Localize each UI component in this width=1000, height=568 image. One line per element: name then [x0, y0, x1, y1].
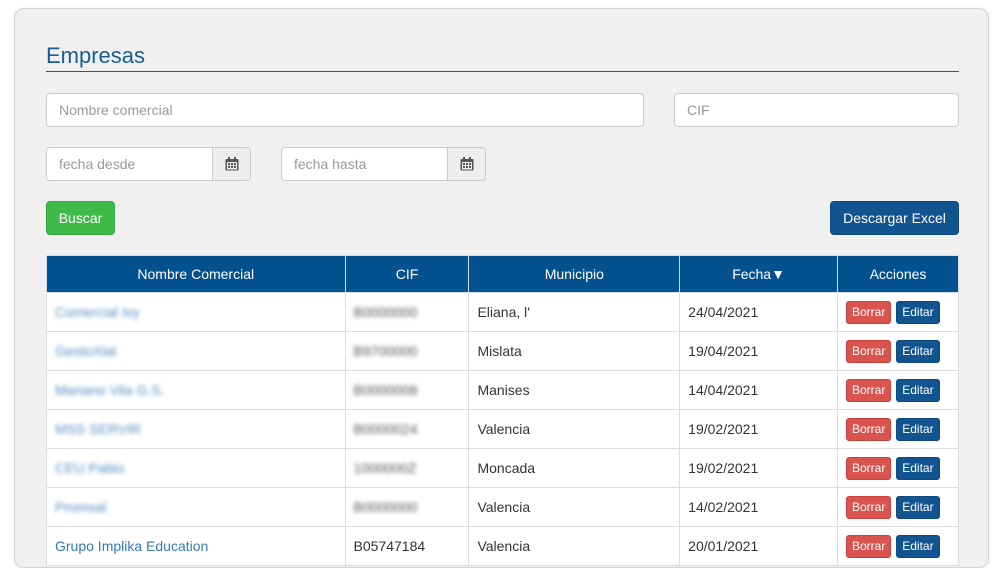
date-from-calendar-button[interactable]	[212, 147, 251, 181]
cif-value: B9700000	[353, 343, 418, 359]
table-row: GestoXlat B9700000 Mislata 19/04/2021 Borrar…	[46, 331, 959, 371]
date-cell: 14/02/2021	[679, 487, 838, 527]
date-from-input[interactable]	[46, 147, 212, 181]
search-button[interactable]: Buscar	[46, 201, 115, 235]
cif-value: B0000000	[353, 499, 418, 515]
company-name-cell: CEU Pablo	[46, 448, 346, 488]
actions-cell: Borrar Editar	[837, 292, 959, 332]
name-filter-input[interactable]	[46, 93, 644, 127]
company-name-link[interactable]: Mariano Vila G.S.	[55, 382, 164, 398]
edit-button[interactable]: Editar	[896, 495, 940, 519]
date-cell: 19/04/2021	[679, 331, 838, 371]
actions-cell: Borrar Editar	[837, 331, 959, 371]
date-cell: 14/04/2021	[679, 370, 838, 410]
date-cell: 20/01/2021	[679, 526, 838, 566]
cif-cell: B0000000	[344, 487, 470, 527]
municipio-cell: Mislata	[468, 331, 681, 371]
date-from-group	[46, 147, 251, 181]
companies-panel: Empresas Nombre comercial CIF fecha desd…	[14, 8, 989, 568]
cif-value: B0000008	[353, 382, 418, 398]
actions-cell: Borrar Editar	[837, 526, 959, 566]
actions-cell: Borrar Editar	[837, 409, 959, 449]
company-name-link[interactable]: Comercial Ivy	[55, 304, 140, 320]
cif-value: B05747184	[353, 538, 426, 554]
company-name-link[interactable]: Grupo Implika Education	[55, 538, 208, 554]
cif-cell: B05747184	[344, 526, 470, 566]
company-name-cell: GestoXlat	[46, 331, 346, 371]
page-title: Empresas	[46, 43, 146, 68]
delete-button[interactable]: Borrar	[846, 378, 892, 402]
delete-button[interactable]: Borrar	[846, 495, 892, 519]
municipio-cell: Valencia	[468, 526, 681, 566]
company-name-link[interactable]: Promsal	[55, 499, 106, 515]
download-excel-button[interactable]: Descargar Excel	[830, 201, 959, 235]
column-header-municipio[interactable]: Municipio	[468, 255, 681, 293]
municipio-cell: Valencia	[468, 487, 681, 527]
table-row: CEU Pablo 1000000Z Moncada 19/02/2021 Borrar…	[46, 448, 959, 488]
column-header-actions: Acciones	[837, 255, 959, 293]
cif-value: B0000024	[353, 421, 418, 437]
cif-cell: B0000000	[344, 292, 470, 332]
table-row: Mariano Vila G.S. B0000008 Manises 14/04/20…	[46, 370, 959, 410]
column-header-cif[interactable]: CIF	[344, 255, 470, 293]
company-name-link[interactable]: CEU Pablo	[55, 460, 124, 476]
company-name-cell: Comercial Ivy	[46, 292, 346, 332]
municipio-cell: Moncada	[468, 448, 681, 488]
actions-cell: Borrar Editar	[837, 448, 959, 488]
delete-button[interactable]: Borrar	[846, 339, 892, 363]
company-name-link[interactable]: GestoXlat	[55, 343, 116, 359]
delete-button[interactable]: Borrar	[846, 417, 892, 441]
edit-button[interactable]: Editar	[896, 417, 940, 441]
cif-value: B0000000	[353, 304, 418, 320]
municipio-cell: Manises	[468, 370, 681, 410]
municipio-cell: Valencia	[468, 409, 681, 449]
cif-cell: B0000008	[344, 370, 470, 410]
actions-cell: Borrar Editar	[837, 487, 959, 527]
company-name-cell: Promsal	[46, 487, 346, 527]
date-to-input[interactable]	[281, 147, 447, 181]
municipio-cell: Eliana, l'	[468, 292, 681, 332]
edit-button[interactable]: Editar	[896, 378, 940, 402]
table-row: Grupo Implika Education B05747184 Valencia…	[46, 526, 959, 566]
date-cell: 19/02/2021	[679, 448, 838, 488]
column-header-name[interactable]: Nombre Comercial	[46, 255, 346, 293]
date-cell: 19/02/2021	[679, 409, 838, 449]
cif-cell: 1000000Z	[344, 448, 470, 488]
calendar-icon	[225, 157, 238, 171]
table-row: Promsal B0000000 Valencia 14/02/2021 Borrar …	[46, 487, 959, 527]
company-name-link[interactable]: MSS SERVIR	[55, 421, 141, 437]
actions-cell: Borrar Editar	[837, 370, 959, 410]
edit-button[interactable]: Editar	[896, 456, 940, 480]
cif-cell: B9700000	[344, 331, 470, 371]
companies-table: Nombre Comercial CIF Municipio Fecha▼ Ac…	[46, 255, 959, 566]
date-to-calendar-button[interactable]	[447, 147, 486, 181]
cif-value: 1000000Z	[353, 460, 417, 476]
date-to-group	[281, 147, 486, 181]
table-row: Comercial Ivy B0000000 Eliana, l' 24/04/202…	[46, 292, 959, 332]
table-row: MSS SERVIR B0000024 Valencia 19/02/2021 Borr…	[46, 409, 959, 449]
edit-button[interactable]: Editar	[896, 534, 940, 558]
edit-button[interactable]: Editar	[896, 300, 940, 324]
table-header-row: Nombre Comercial CIF Municipio Fecha▼ Ac…	[46, 255, 959, 293]
delete-button[interactable]: Borrar	[846, 456, 892, 480]
edit-button[interactable]: Editar	[896, 339, 940, 363]
company-name-cell: Grupo Implika Education	[46, 526, 346, 566]
calendar-icon	[460, 157, 473, 171]
title-divider	[46, 71, 959, 72]
cif-filter-input[interactable]	[674, 93, 959, 127]
company-name-cell: Mariano Vila G.S.	[46, 370, 346, 410]
delete-button[interactable]: Borrar	[846, 534, 892, 558]
company-name-cell: MSS SERVIR	[46, 409, 346, 449]
cif-cell: B0000024	[344, 409, 470, 449]
delete-button[interactable]: Borrar	[846, 300, 892, 324]
column-header-fecha[interactable]: Fecha▼	[679, 255, 838, 293]
date-cell: 24/04/2021	[679, 292, 838, 332]
